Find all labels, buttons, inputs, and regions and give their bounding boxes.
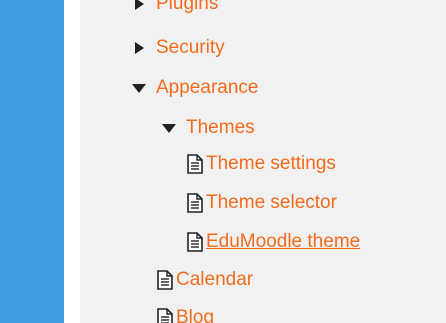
document-icon (157, 270, 173, 290)
tree-item-edumoodle-theme[interactable]: EduMoodle theme (186, 230, 360, 254)
tree-item-label[interactable]: Security (156, 36, 225, 60)
tree-item-label[interactable]: Calendar (176, 268, 253, 292)
tree-item-label[interactable]: Themes (186, 116, 255, 140)
document-icon (157, 308, 173, 323)
admin-tree-screenshot: Plugins Security Appearance Themes Theme… (0, 0, 446, 323)
tree-item-label[interactable]: Plugins (156, 0, 218, 16)
left-side-bar (0, 0, 64, 323)
admin-navigation-tree: Plugins Security Appearance Themes Theme… (80, 0, 446, 323)
tree-item-theme-settings[interactable]: Theme settings (186, 152, 336, 176)
document-icon (187, 232, 203, 252)
tree-item-security[interactable]: Security (130, 36, 225, 60)
tree-item-themes[interactable]: Themes (160, 116, 255, 140)
document-icon (187, 154, 203, 174)
tree-item-plugins[interactable]: Plugins (130, 0, 218, 16)
tree-item-appearance[interactable]: Appearance (130, 76, 258, 100)
triangle-down-icon[interactable] (130, 79, 148, 97)
tree-item-blog[interactable]: Blog (156, 306, 214, 323)
tree-item-label[interactable]: EduMoodle theme (206, 230, 360, 254)
tree-item-label[interactable]: Theme selector (206, 191, 337, 215)
tree-item-label[interactable]: Blog (176, 306, 214, 323)
tree-item-label[interactable]: Theme settings (206, 152, 336, 176)
tree-item-calendar[interactable]: Calendar (156, 268, 253, 292)
triangle-down-icon[interactable] (160, 119, 178, 137)
tree-item-theme-selector[interactable]: Theme selector (186, 191, 337, 215)
triangle-right-icon[interactable] (130, 39, 148, 57)
document-icon (187, 193, 203, 213)
triangle-right-icon[interactable] (130, 0, 148, 13)
gutter (64, 0, 80, 323)
tree-item-label[interactable]: Appearance (156, 76, 258, 100)
